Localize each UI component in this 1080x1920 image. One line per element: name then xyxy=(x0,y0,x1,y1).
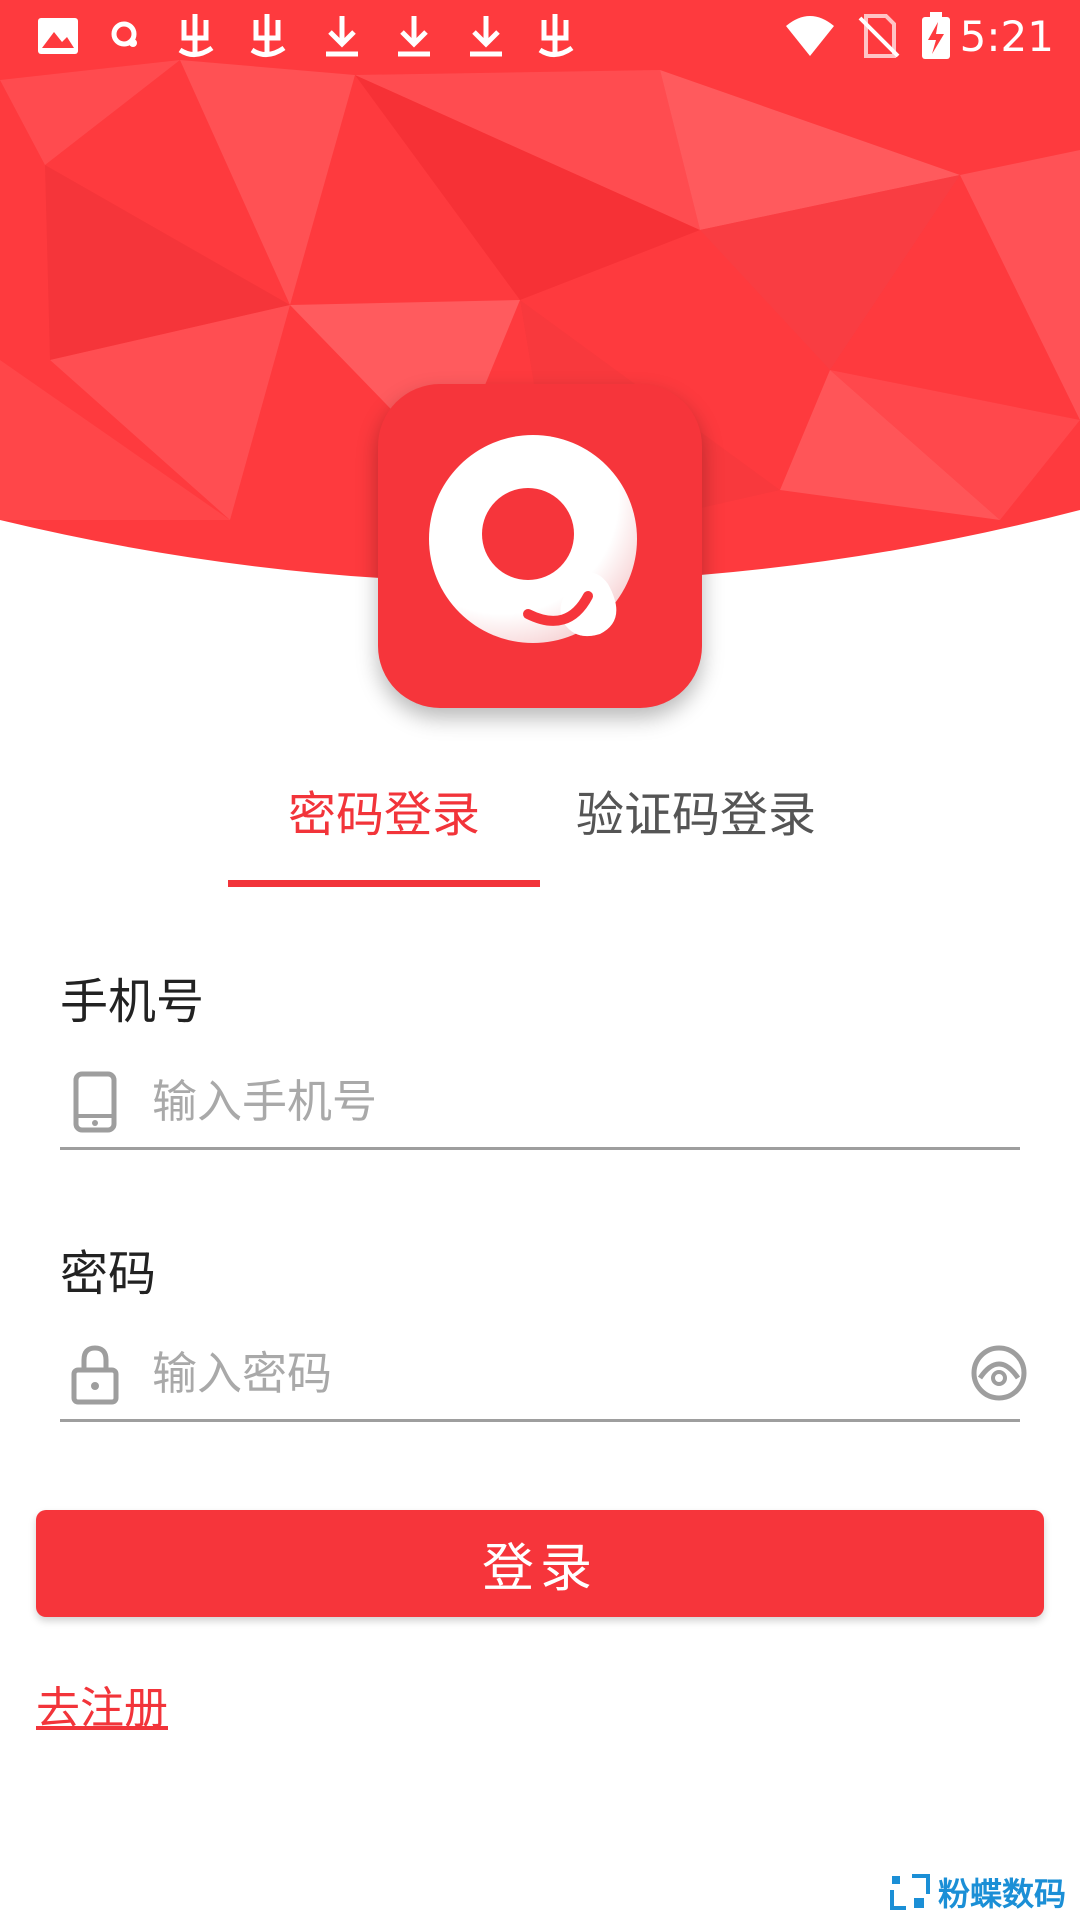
battery-charging-icon xyxy=(922,12,950,59)
phone-input[interactable] xyxy=(150,1062,934,1140)
tab-active-indicator xyxy=(228,880,540,887)
watermark: 粉蝶数码 xyxy=(888,1870,1066,1914)
watermark-logo-icon xyxy=(889,1874,930,1910)
app-logo xyxy=(378,384,702,708)
bug-icon xyxy=(178,14,214,57)
eye-closed-icon[interactable] xyxy=(970,1344,1028,1402)
password-underline xyxy=(60,1419,1020,1422)
wifi-icon xyxy=(786,16,834,56)
status-time: 5:21 xyxy=(959,12,1054,61)
login-tabs: 密码登录 验证码登录 xyxy=(0,770,1080,890)
app-q-icon xyxy=(111,21,137,47)
image-icon xyxy=(38,18,78,54)
phone-underline xyxy=(60,1147,1020,1150)
tab-code-login[interactable]: 验证码登录 xyxy=(540,770,852,860)
app-q-logo-icon xyxy=(429,435,637,643)
no-sim-icon xyxy=(858,14,900,58)
bug-icon xyxy=(538,14,574,57)
password-input[interactable] xyxy=(150,1334,934,1412)
lock-icon xyxy=(71,1345,119,1405)
watermark-text: 粉蝶数码 xyxy=(937,1875,1066,1913)
login-button[interactable]: 登录 xyxy=(36,1510,1044,1617)
status-bar: 5:21 xyxy=(0,0,1080,76)
tab-password-login[interactable]: 密码登录 xyxy=(228,770,540,860)
phone-field xyxy=(60,1050,1020,1150)
download-icon xyxy=(398,16,430,57)
bug-icon xyxy=(250,14,286,57)
register-link[interactable]: 去注册 xyxy=(36,1672,168,1736)
download-icon xyxy=(470,16,502,57)
phone-label: 手机号 xyxy=(60,974,205,1030)
phone-icon xyxy=(73,1071,117,1133)
password-label: 密码 xyxy=(60,1246,157,1302)
password-field xyxy=(60,1322,1027,1422)
download-icon xyxy=(326,16,358,57)
